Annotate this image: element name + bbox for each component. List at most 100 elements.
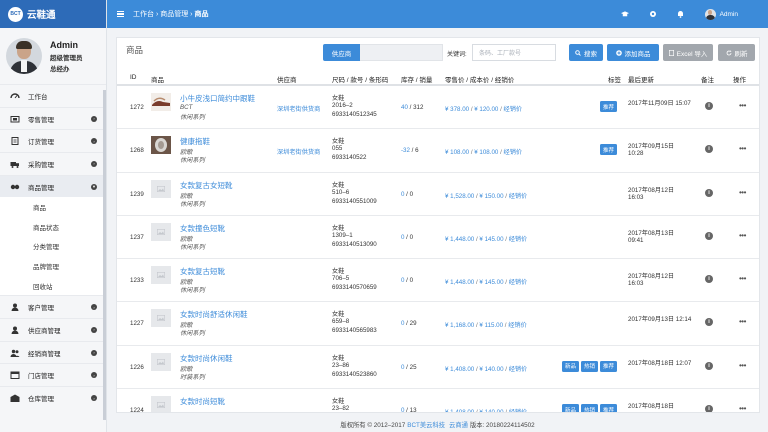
price-group[interactable]: ¥ 1,408.00 / ¥ 140.00 / 经销价 (445, 407, 527, 412)
info-icon[interactable]: i (705, 145, 713, 154)
stock-value[interactable]: 40 (401, 104, 408, 111)
supplier-link[interactable]: 深圳老街供货商 (277, 104, 320, 113)
info-icon[interactable]: i (705, 231, 713, 240)
stock-value[interactable]: -32 (401, 147, 410, 154)
table-row[interactable]: 1224 女款时尚短靴 女鞋 23–82 0 / 13 ¥ 1,408.00 / ¥ 14… (117, 389, 759, 412)
more-actions-icon[interactable]: ••• (739, 317, 746, 326)
tag-badge[interactable]: 新品 (561, 404, 579, 412)
table-row[interactable]: 1227 女款时尚舒适休闲鞋 欧歌 休闲系列 女鞋 659–8 6933140565983 0… (117, 302, 759, 346)
col-sku[interactable]: 尺码 / 款号 / 条形码 (332, 74, 388, 84)
stock-value[interactable]: 0 (401, 320, 404, 327)
sidebar-subitem[interactable]: 回收站 (0, 275, 106, 296)
sidebar-item[interactable]: 仓库管理 › (0, 386, 106, 409)
product-thumbnail[interactable] (151, 309, 171, 328)
bell-icon[interactable] (677, 10, 685, 18)
sidebar-scrollbar[interactable] (103, 90, 106, 420)
tag-badge[interactable]: 推荐 (599, 404, 617, 412)
tag-badge[interactable]: 推荐 (599, 101, 617, 112)
stock-value[interactable]: 0 (401, 191, 404, 198)
table-row[interactable]: 1272 小牛皮浅口简约中跟鞋 BCT 休闲系列 深圳老街供货商 女鞋 2016–2 6933… (117, 86, 759, 130)
stock-value[interactable]: 0 (401, 407, 404, 412)
product-name-link[interactable]: 女款时尚短靴 (180, 396, 225, 407)
table-row[interactable]: 1237 女款撞色短靴 欧歌 休闲系列 女鞋 1309–1 6933140513090 0 /… (117, 216, 759, 260)
tag-badge[interactable]: 热销 (580, 404, 598, 412)
table-row[interactable]: 1233 女款复古短靴 欧歌 休闲系列 女鞋 706–5 6933140570659 0 / … (117, 259, 759, 303)
product-thumbnail[interactable] (151, 136, 171, 155)
tag-badge[interactable]: 推荐 (599, 360, 617, 372)
sidebar-item[interactable]: 门店管理 › (0, 363, 106, 386)
avatar[interactable] (6, 38, 42, 74)
more-actions-icon[interactable]: ••• (739, 274, 746, 283)
price-group[interactable]: ¥ 1,448.00 / ¥ 145.00 / 经销价 (445, 234, 527, 243)
tag-badge[interactable]: 热销 (580, 360, 598, 372)
info-icon[interactable]: i (705, 318, 713, 327)
more-actions-icon[interactable]: ••• (739, 231, 746, 240)
product-thumbnail[interactable] (151, 179, 171, 198)
stock-value[interactable]: 0 (401, 277, 404, 284)
excel-import-button[interactable]: Excel 导入 (663, 44, 713, 61)
more-actions-icon[interactable]: ••• (739, 144, 746, 153)
supplier-link[interactable]: 深圳老街供货商 (277, 147, 320, 156)
sidebar-item[interactable]: 工作台 (0, 84, 106, 107)
refresh-button[interactable]: 刷新 (718, 44, 755, 61)
sidebar-subitem[interactable]: 商品状态 (0, 217, 106, 237)
gear-icon[interactable] (649, 10, 657, 18)
col-stock[interactable]: 库存 / 销量 (401, 74, 432, 84)
price-group[interactable]: ¥ 1,448.00 / ¥ 145.00 / 经销价 (445, 277, 527, 286)
price-group[interactable]: ¥ 1,408.00 / ¥ 140.00 / 经销价 (445, 364, 527, 373)
sidebar-item[interactable]: 商品管理 ▼ (0, 174, 106, 198)
sidebar-item[interactable]: 零售管理 › (0, 106, 106, 130)
sidebar-subitem[interactable]: 分类管理 (0, 236, 106, 257)
product-thumbnail[interactable] (151, 352, 171, 371)
table-row[interactable]: 1268 健康拖鞋 欧歌 休闲系列 深圳老街供货商 女鞋 055 6933140522 -32 … (117, 129, 759, 173)
product-thumbnail[interactable] (151, 266, 171, 285)
product-thumbnail[interactable] (151, 222, 171, 241)
col-supplier[interactable]: 供应商 (277, 74, 297, 84)
breadcrumb-item[interactable]: 工作台 (133, 11, 154, 18)
col-product[interactable]: 商品 (151, 74, 164, 84)
footer-product-link[interactable]: 云商通 (449, 420, 468, 429)
info-icon[interactable]: i (705, 361, 713, 370)
stock-value[interactable]: 0 (401, 234, 404, 241)
more-actions-icon[interactable]: ••• (739, 361, 746, 370)
search-button[interactable]: 搜索 (569, 44, 603, 61)
sidebar-subitem[interactable]: 商品 (0, 197, 106, 218)
breadcrumb-item[interactable]: 商品管理 (160, 11, 188, 18)
product-name-link[interactable]: 小牛皮浅口简约中跟鞋 (180, 93, 255, 104)
product-thumbnail[interactable] (151, 396, 171, 412)
stock-value[interactable]: 0 (401, 364, 404, 371)
more-actions-icon[interactable]: ••• (739, 404, 746, 412)
graduation-cap-icon[interactable] (620, 10, 629, 18)
tag-badge[interactable]: 新品 (561, 360, 579, 372)
info-icon[interactable]: i (705, 405, 713, 412)
info-icon[interactable]: i (705, 102, 713, 110)
brand[interactable]: BCT 云鞋通 (0, 0, 106, 28)
table-row[interactable]: 1226 女款时尚休闲鞋 欧歌 时装系列 女鞋 23–86 6933140523860 0 /… (117, 346, 759, 390)
product-thumbnail[interactable] (151, 93, 171, 111)
price-group[interactable]: ¥ 1,168.00 / ¥ 115.00 / 经销价 (445, 320, 527, 329)
price-group[interactable]: ¥ 1,528.00 / ¥ 150.00 / 经销价 (445, 191, 527, 200)
more-actions-icon[interactable]: ••• (739, 188, 746, 197)
sidebar-item[interactable]: 供应商管理 › (0, 318, 106, 341)
product-name-link[interactable]: 女款复古女短靴 (180, 180, 233, 191)
col-id[interactable]: ID (130, 74, 137, 81)
menu-toggle-icon[interactable] (117, 10, 124, 18)
keyword-input[interactable]: 条码、工厂款号 (472, 44, 556, 61)
supplier-button[interactable]: 供应商 (323, 44, 360, 61)
tag-badge[interactable]: 推荐 (599, 144, 617, 156)
user-menu[interactable]: Admin (704, 8, 738, 20)
sidebar-item[interactable]: 采购管理 › (0, 152, 106, 175)
col-updated[interactable]: 最后更新 (628, 74, 654, 84)
sidebar-item[interactable]: 订货管理 › (0, 129, 106, 152)
product-name-link[interactable]: 女款时尚舒适休闲鞋 (180, 309, 248, 320)
product-name-link[interactable]: 女款复古短靴 (180, 266, 225, 277)
product-name-link[interactable]: 女款撞色短靴 (180, 223, 225, 234)
table-row[interactable]: 1239 女款复古女短靴 欧歌 休闲系列 女鞋 510–6 6933140551009 0 /… (117, 173, 759, 216)
more-actions-icon[interactable]: ••• (739, 101, 746, 110)
price-group[interactable]: ¥ 378.00 / ¥ 120.00 / 经销价 (445, 104, 522, 113)
sidebar-item[interactable]: 经销商管理 › (0, 340, 106, 364)
product-name-link[interactable]: 健康拖鞋 (180, 136, 210, 147)
col-price[interactable]: 零售价 / 成本价 / 经销价 (445, 74, 514, 84)
info-icon[interactable]: i (705, 275, 713, 284)
footer-company-link[interactable]: BCT美云科技 (407, 420, 445, 429)
